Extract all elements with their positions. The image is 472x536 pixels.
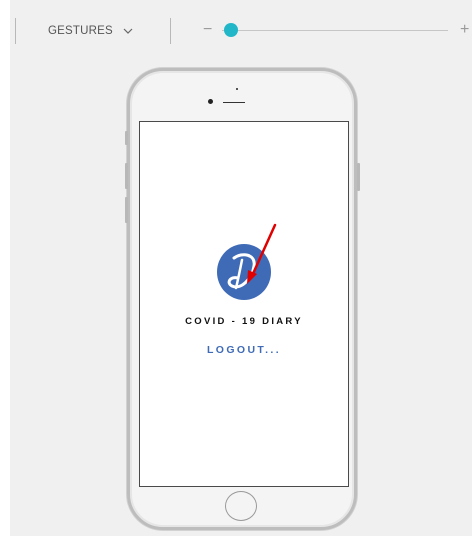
- zoom-in-button[interactable]: +: [460, 20, 472, 40]
- toolbar-divider: [170, 18, 171, 44]
- volume-up-button: [125, 163, 128, 189]
- preview-toolbar: GESTURES − +: [0, 0, 472, 56]
- zoom-slider-track[interactable]: [222, 30, 448, 31]
- logout-status-text: LOGOUT...: [206, 344, 282, 356]
- volume-down-button: [125, 197, 128, 223]
- device-frame-iphone: D COVID - 19 DIARY LOGOUT...: [125, 68, 360, 530]
- gestures-label: GESTURES: [48, 25, 113, 37]
- zoom-slider-thumb[interactable]: [224, 23, 238, 37]
- home-button[interactable]: [225, 491, 257, 521]
- device-screen: D COVID - 19 DIARY LOGOUT...: [139, 121, 349, 487]
- speaker-grille: [223, 102, 245, 103]
- chevron-down-icon: [123, 28, 133, 34]
- earpiece-dot: [236, 88, 238, 90]
- zoom-out-button[interactable]: −: [203, 20, 215, 40]
- side-button: [125, 131, 128, 145]
- toolbar-divider: [15, 18, 16, 44]
- logo-letter: D: [216, 238, 217, 239]
- front-camera: [208, 99, 213, 104]
- annotation-arrow-icon: [247, 223, 277, 284]
- app-title: COVID - 19 DIARY: [185, 316, 303, 327]
- gestures-dropdown[interactable]: GESTURES: [48, 22, 134, 40]
- power-button: [357, 163, 360, 191]
